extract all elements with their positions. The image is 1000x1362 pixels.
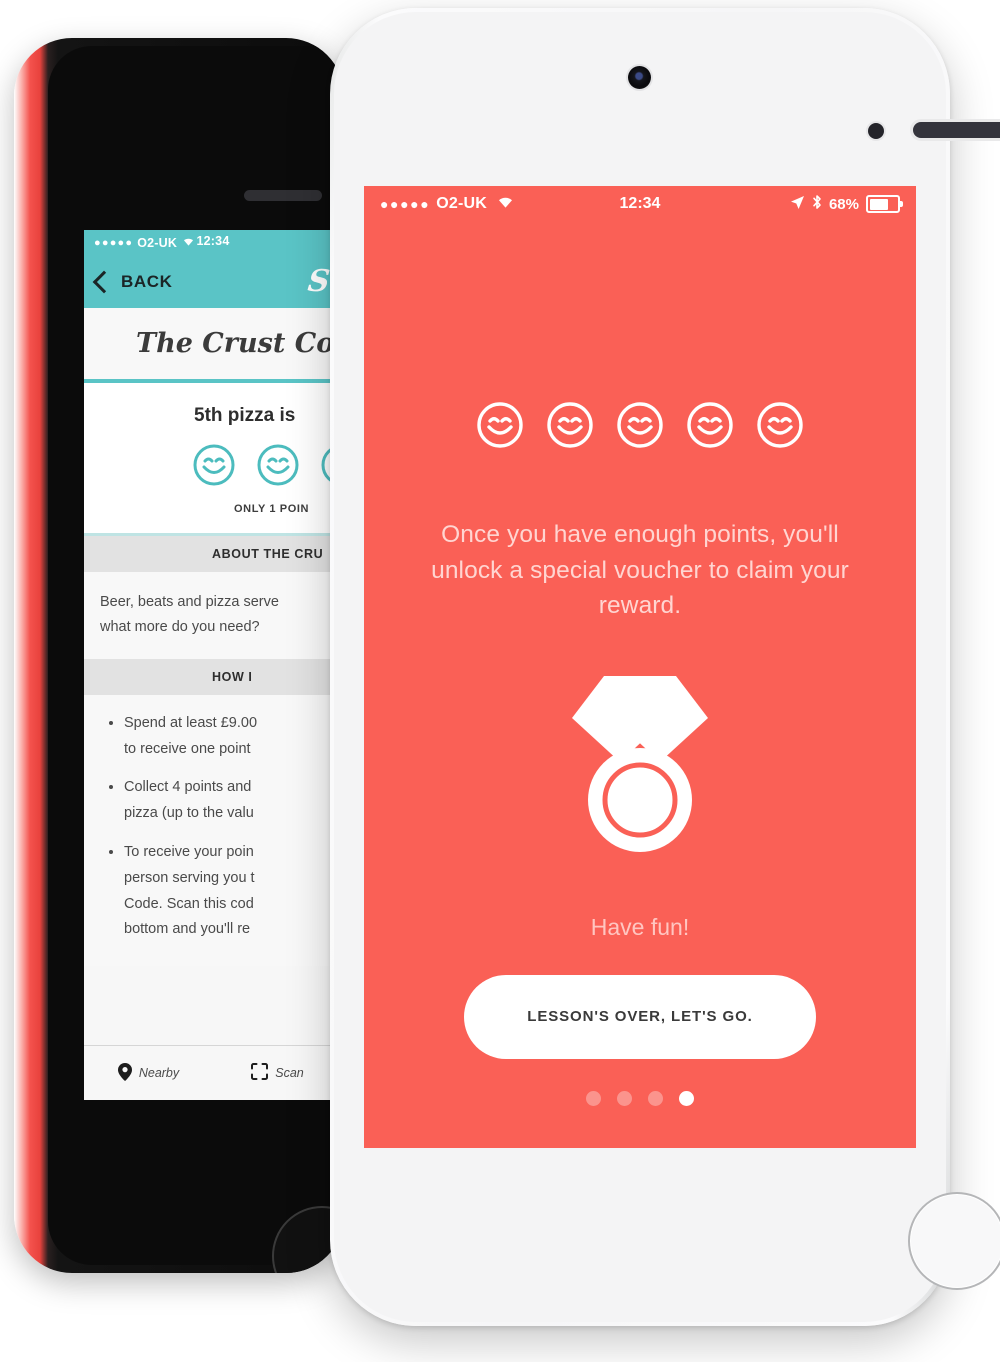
list-line: Collect 4 points and [124, 779, 252, 796]
front-phone-home-button[interactable] [908, 1192, 1000, 1290]
list-line: to receive one point [124, 740, 251, 757]
smiley-face-icon [615, 400, 665, 455]
battery-icon [866, 195, 903, 213]
lessons-over-button[interactable]: LESSON'S OVER, LET'S GO. [464, 974, 816, 1059]
how-it-works-heading: HOW I [84, 658, 342, 695]
front-phone-earpiece-speaker [913, 122, 1000, 138]
about-section-heading: ABOUT THE CRU [84, 536, 342, 572]
bottom-tab-bar: Nearby Scan [84, 1045, 342, 1100]
medal-icon [364, 672, 916, 862]
list-line: pizza (up to the valu [124, 805, 254, 822]
closing-text: Have fun! [590, 913, 690, 940]
smiley-face-icon [256, 443, 300, 487]
chevron-left-icon [92, 270, 116, 294]
venue-title-block: The Crust Co [84, 308, 342, 383]
back-status-bar: ●●●●● O2-UK 12:34 [84, 230, 342, 256]
scan-frame-icon [251, 1063, 269, 1083]
about-line: what more do you need? [100, 619, 260, 636]
back-button-label: BACK [121, 272, 173, 291]
list-line: bottom and you'll re [124, 921, 251, 938]
page-indicator [364, 1091, 916, 1106]
clock-label: 12:34 [196, 234, 230, 248]
points-note: ONLY 1 POIN [234, 503, 310, 515]
about-line: Beer, beats and pizza serve [100, 594, 279, 610]
map-pin-icon [117, 1062, 132, 1084]
page-dot-2[interactable] [617, 1091, 632, 1106]
list-line: To receive your poin [124, 843, 254, 860]
front-status-bar: ●●●●● O2-UK 12:34 68% [364, 186, 916, 222]
back-button[interactable]: BACK [92, 270, 173, 294]
onboarding-body-text: Once you have enough points, you'll unlo… [431, 521, 849, 620]
tab-scan[interactable]: Scan [213, 1063, 342, 1083]
list-line: Spend at least £9.00 [124, 714, 258, 731]
tab-nearby[interactable]: Nearby [84, 1062, 213, 1084]
list-line: person serving you t [124, 869, 255, 886]
onboarding-content: Once you have enough points, you'll unlo… [364, 222, 916, 1059]
smiley-face-icon [192, 443, 236, 487]
tab-nearby-label: Nearby [138, 1066, 180, 1080]
about-section-body: Beer, beats and pizza serve what more do… [84, 572, 342, 659]
back-phone-earpiece-speaker [244, 190, 322, 201]
smiley-face-icon [685, 400, 735, 455]
clock-label: 12:34 [619, 195, 661, 212]
list-line: Code. Scan this cod [124, 895, 254, 912]
stamp-row-teal [192, 443, 342, 487]
page-dot-4-active[interactable] [679, 1091, 694, 1106]
list-item: Collect 4 points and pizza (up to the va… [124, 775, 342, 827]
smiley-face-icon [475, 400, 525, 455]
venue-title: The Crust Co [136, 328, 335, 359]
stamp-row-white [364, 400, 916, 455]
front-phone-screen: ●●●●● O2-UK 12:34 68% Once you have enou… [364, 186, 916, 1148]
back-nav-bar: BACK Sc [84, 256, 342, 308]
reward-progress-panel: 5th pizza is ONLY 1 POIN [84, 383, 342, 533]
page-dot-1[interactable] [586, 1091, 601, 1106]
proximity-sensor-icon [868, 123, 884, 139]
smiley-face-icon [545, 400, 595, 455]
page-dot-3[interactable] [648, 1091, 663, 1106]
front-camera-icon [628, 66, 651, 89]
list-item: To receive your poin person serving you … [124, 840, 342, 943]
how-it-works-list: Spend at least £9.00 to receive one poin… [84, 694, 342, 967]
list-item: Spend at least £9.00 to receive one poin… [124, 711, 342, 763]
tab-scan-label: Scan [275, 1066, 304, 1080]
back-phone-screen: ●●●●● O2-UK 12:34 BACK Sc The Crust Co 5… [84, 230, 342, 1100]
reward-headline: 5th pizza is [194, 405, 296, 426]
smiley-face-icon [755, 400, 805, 455]
